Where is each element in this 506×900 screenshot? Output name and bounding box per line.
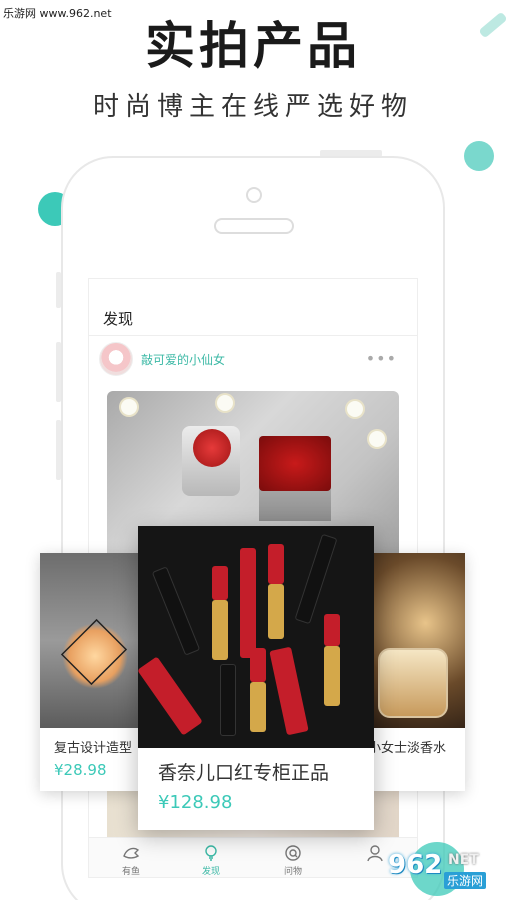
logo-number: 962	[388, 850, 443, 880]
subheadline: 时尚博主在线严选好物	[92, 92, 413, 122]
lipstick-image	[193, 429, 231, 467]
site-logo: 962 NET 乐游网	[386, 840, 504, 896]
lipstick-image	[324, 646, 340, 706]
product-price: ¥28.98	[54, 761, 107, 779]
lightbulb-icon	[202, 844, 220, 862]
flower-decor	[121, 399, 137, 415]
flower-decor	[369, 431, 385, 447]
product-image	[40, 553, 148, 728]
avatar[interactable]	[99, 342, 133, 376]
search-question-icon	[284, 844, 302, 862]
headline: 实拍产品	[145, 17, 361, 75]
profile-icon	[366, 844, 384, 862]
tab-ask[interactable]: 问物	[263, 844, 323, 877]
lipstick-image	[250, 648, 266, 682]
lipstick-image	[240, 548, 256, 658]
tab-youyu[interactable]: 有鱼	[101, 844, 161, 877]
page-title: 发现	[103, 310, 134, 328]
lipstick-image	[212, 566, 228, 600]
more-options-icon[interactable]: •••	[366, 349, 397, 368]
tab-label: 有鱼	[121, 867, 140, 877]
lipstick-image	[268, 584, 284, 639]
logo-net: NET	[448, 852, 479, 868]
decor-dot	[464, 141, 494, 171]
product-card[interactable]: 香奈儿口红专柜正品 ¥128.98	[138, 526, 374, 830]
perfume-image	[378, 648, 448, 718]
phone-speaker	[214, 218, 294, 234]
logo-text: 乐游网	[444, 872, 487, 889]
lipstick-image	[212, 600, 228, 660]
tab-label: 发现	[201, 867, 220, 877]
bottom-tab-bar: 有鱼 发现 问物	[89, 837, 417, 877]
product-price: ¥128.98	[158, 792, 233, 813]
product-image	[138, 526, 374, 748]
product-title: 复古设计造型	[54, 741, 133, 756]
lipstick-image	[324, 614, 340, 646]
lipstick-image	[220, 664, 236, 736]
fish-icon	[122, 844, 140, 862]
lipstick-image	[259, 436, 331, 491]
lipstick-image	[269, 646, 309, 736]
divider	[89, 335, 417, 336]
lipstick-image	[268, 544, 284, 584]
flower-decor	[347, 401, 363, 417]
tab-discover[interactable]: 发现	[181, 844, 241, 877]
lipstick-image	[151, 566, 201, 656]
product-title: 香奈儿口红专柜正品	[158, 762, 330, 784]
phone-camera	[246, 187, 262, 203]
lipstick-image	[250, 682, 266, 732]
lipstick-image	[138, 656, 203, 736]
product-card[interactable]: 小女士淡香水	[366, 553, 465, 791]
username-link[interactable]: 敲可爱的小仙女	[141, 351, 225, 368]
lipstick-image	[294, 533, 338, 625]
tab-label: 问物	[283, 867, 302, 877]
flower-decor	[217, 395, 233, 411]
product-image	[366, 553, 465, 728]
product-card[interactable]: 复古设计造型 ¥28.98	[40, 553, 148, 791]
product-title: 小女士淡香水	[368, 741, 447, 756]
